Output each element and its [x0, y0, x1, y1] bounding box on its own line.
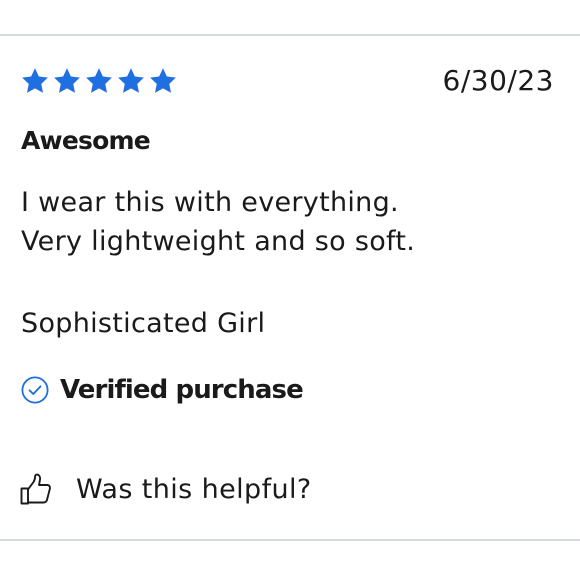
review-title: Awesome — [21, 126, 151, 155]
verified-purchase-label: Verified purchase — [60, 375, 304, 405]
review-author: Sophisticated Girl — [21, 308, 266, 339]
bottom-divider — [0, 539, 580, 541]
star-icon — [20, 66, 50, 96]
star-icon — [52, 66, 82, 96]
top-divider — [0, 34, 580, 36]
star-icon — [148, 66, 178, 96]
star-rating — [20, 66, 178, 96]
star-icon — [116, 66, 146, 96]
verified-purchase-badge: Verified purchase — [20, 372, 304, 408]
helpful-button[interactable]: Was this helpful? — [18, 470, 312, 510]
review-body-line-2: Very lightweight and so soft. — [21, 226, 416, 257]
review-body-line-1: I wear this with everything. — [21, 187, 399, 218]
thumbs-up-icon[interactable] — [18, 472, 54, 508]
helpful-label[interactable]: Was this helpful? — [76, 470, 312, 510]
star-icon — [84, 66, 114, 96]
check-circle-icon — [20, 375, 50, 405]
review-date: 6/30/23 — [442, 64, 554, 97]
